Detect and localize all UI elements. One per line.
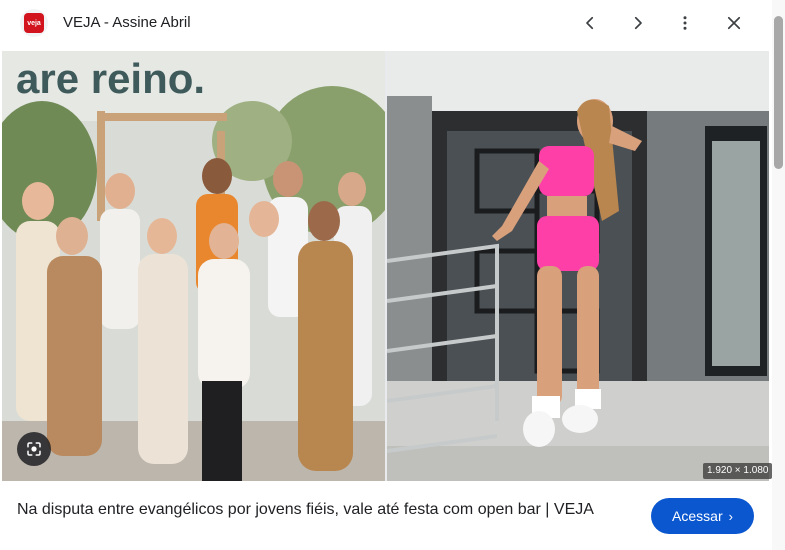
chevron-right-icon: ›: [728, 508, 733, 524]
more-options-button[interactable]: [670, 8, 700, 38]
sign-text: are reino.: [16, 55, 206, 102]
chevron-right-icon: [634, 16, 642, 30]
favicon-text: veja: [27, 19, 41, 27]
next-button[interactable]: [623, 8, 653, 38]
chevron-left-icon: [586, 16, 594, 30]
access-button[interactable]: Acessar ›: [651, 498, 754, 534]
previous-button[interactable]: [575, 8, 605, 38]
scrollbar-thumb[interactable]: [774, 16, 783, 169]
close-button[interactable]: [719, 8, 749, 38]
viewer-header: veja VEJA - Assine Abril: [0, 0, 772, 46]
site-favicon: veja: [20, 9, 48, 37]
visual-search-button[interactable]: [17, 432, 51, 466]
image-caption[interactable]: Na disputa entre evangélicos por jovens …: [17, 498, 627, 521]
veja-logo-icon: veja: [24, 13, 44, 33]
lens-search-icon: [27, 442, 41, 456]
group-photo: are reino.: [2, 51, 385, 481]
woman-photo: [387, 51, 769, 481]
more-vert-icon: [683, 16, 687, 30]
image-dimensions-label: 1.920 × 1.080: [703, 463, 773, 479]
close-icon: [727, 16, 741, 30]
site-title: VEJA - Assine Abril: [63, 14, 191, 31]
preview-image[interactable]: are reino.: [2, 51, 769, 481]
scrollbar[interactable]: [772, 0, 785, 550]
access-button-label: Acessar: [672, 508, 723, 524]
